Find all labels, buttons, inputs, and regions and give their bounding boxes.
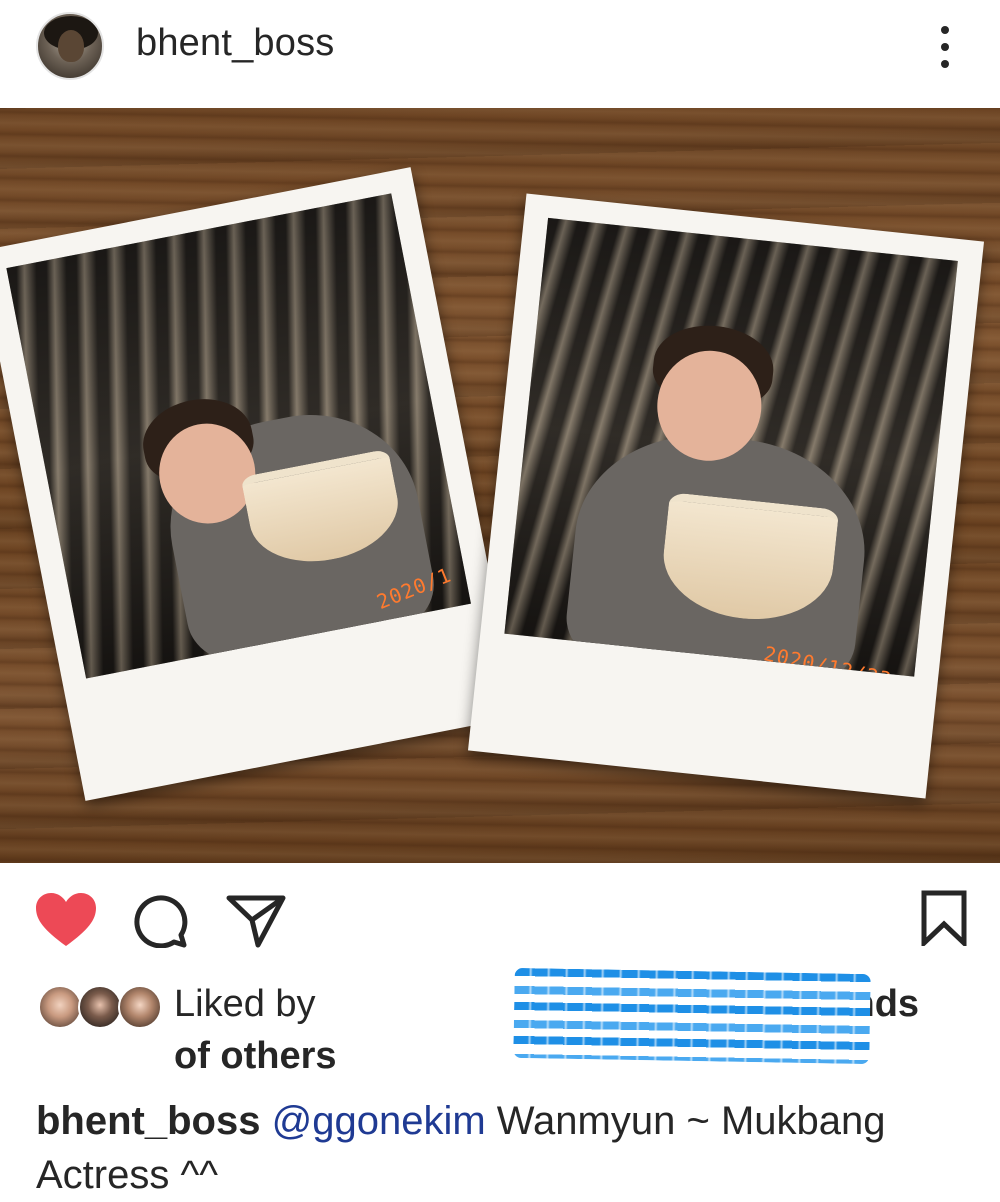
avatar-face: [58, 30, 84, 62]
profile-avatar[interactable]: [36, 12, 104, 80]
liker-avatar: [118, 985, 162, 1029]
heart-icon[interactable]: [34, 892, 98, 948]
polaroid-right: 2020/12/23: [467, 193, 985, 799]
action-bar: [0, 870, 1000, 970]
comment-icon[interactable]: [132, 892, 188, 948]
bookmark-icon[interactable]: [920, 890, 968, 946]
caption-username[interactable]: bhent_boss: [36, 1099, 260, 1143]
liker-avatar: [78, 985, 122, 1029]
post-username[interactable]: bhent_boss: [136, 22, 335, 65]
more-options-icon[interactable]: [930, 22, 960, 72]
post-header: bhent_boss: [0, 0, 1000, 100]
liked-by-prefix: Liked by: [174, 983, 316, 1025]
post-caption: bhent_boss @ggonekim Wanmyun ~ Mukbang A…: [36, 1094, 976, 1202]
caption-mention[interactable]: @ggonekim: [272, 1099, 486, 1143]
share-icon[interactable]: [226, 894, 286, 948]
post-photo[interactable]: 2020/1 2020/12/23: [0, 108, 1000, 863]
liker-avatars[interactable]: [38, 985, 162, 1029]
redaction-scribble: [513, 967, 871, 1065]
liker-avatar: [38, 985, 82, 1029]
polaroid-right-image: 2020/12/23: [504, 217, 958, 677]
polaroid-left: 2020/1: [0, 167, 518, 801]
liked-by-others[interactable]: of others: [174, 1035, 337, 1078]
polaroid-left-image: 2020/1: [6, 193, 471, 679]
likes-section: Liked by nd thousands of others: [0, 967, 1000, 1085]
liked-by-text[interactable]: Liked by nd thousands: [174, 967, 919, 1065]
